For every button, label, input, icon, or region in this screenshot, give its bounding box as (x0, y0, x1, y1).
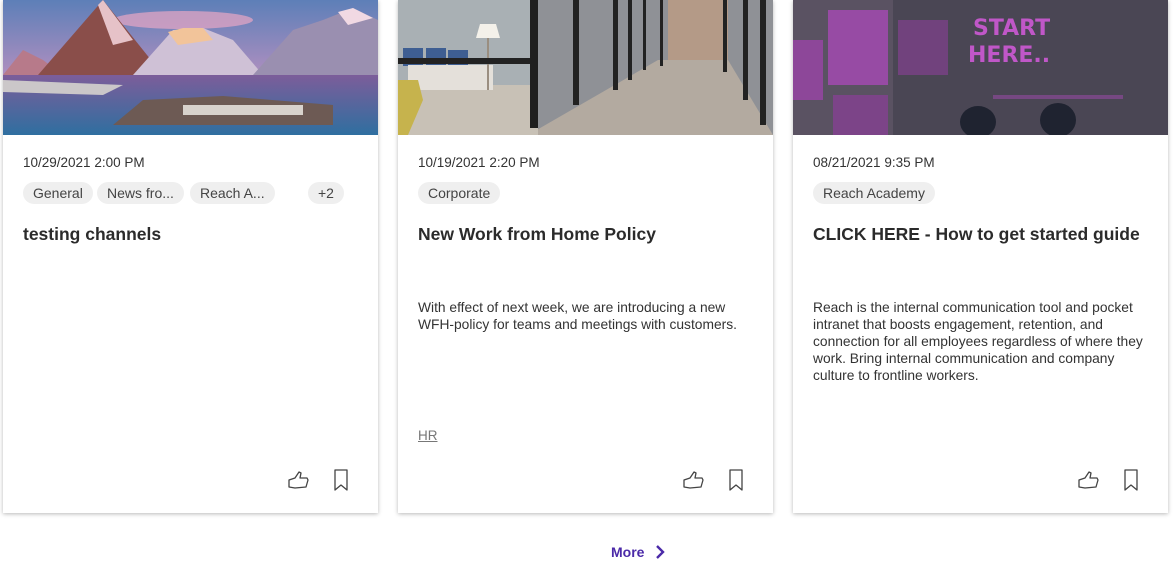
thumbs-up-icon (288, 471, 309, 489)
like-button[interactable] (286, 467, 312, 493)
more-channels-chip[interactable]: +2 (308, 182, 344, 204)
more-label: More (611, 544, 645, 560)
bookmark-icon (1124, 469, 1138, 491)
bookmark-icon (729, 469, 743, 491)
svg-text:START: START (973, 16, 1050, 41)
channel-chip[interactable]: Reach A... (190, 182, 275, 204)
channel-chips: Reach Academy (813, 182, 1144, 204)
post-excerpt: With effect of next week, we are introdu… (418, 300, 737, 332)
post-title[interactable]: New Work from Home Policy (418, 224, 755, 245)
bookmark-button[interactable] (328, 467, 354, 493)
post-card[interactable]: 10/19/2021 2:20 PM Corporate New Work fr… (398, 0, 773, 513)
channel-chips: General News fro... Reach A... +2 (23, 182, 354, 204)
channel-chip[interactable]: General (23, 182, 93, 204)
post-image[interactable] (398, 0, 773, 135)
like-button[interactable] (1076, 467, 1102, 493)
thumbs-up-icon (683, 471, 704, 489)
post-date: 08/21/2021 9:35 PM (813, 155, 935, 170)
post-excerpt: Reach is the internal communication tool… (813, 300, 1143, 383)
post-title[interactable]: CLICK HERE - How to get started guide (813, 224, 1150, 245)
post-title[interactable]: testing channels (23, 224, 360, 245)
channel-chip[interactable]: Reach Academy (813, 182, 935, 204)
bookmark-icon (334, 469, 348, 491)
chevron-right-icon (656, 545, 666, 559)
post-tag-link[interactable]: HR (418, 428, 438, 443)
thumbs-up-icon (1078, 471, 1099, 489)
post-image[interactable]: START HERE.. (793, 0, 1168, 135)
svg-text:HERE..: HERE.. (968, 43, 1050, 68)
like-button[interactable] (681, 467, 707, 493)
channel-chip[interactable]: News fro... (97, 182, 184, 204)
bookmark-button[interactable] (723, 467, 749, 493)
channel-chips: Corporate (418, 182, 749, 204)
more-button[interactable]: More (611, 541, 666, 563)
channel-chip[interactable]: Corporate (418, 182, 501, 204)
bookmark-button[interactable] (1118, 467, 1144, 493)
post-card[interactable]: START HERE.. 08/21/2021 9:35 PM Reach Ac… (793, 0, 1168, 513)
post-date: 10/19/2021 2:20 PM (418, 155, 540, 170)
post-image[interactable] (3, 0, 378, 135)
post-date: 10/29/2021 2:00 PM (23, 155, 145, 170)
post-card[interactable]: 10/29/2021 2:00 PM General News fro... R… (3, 0, 378, 513)
